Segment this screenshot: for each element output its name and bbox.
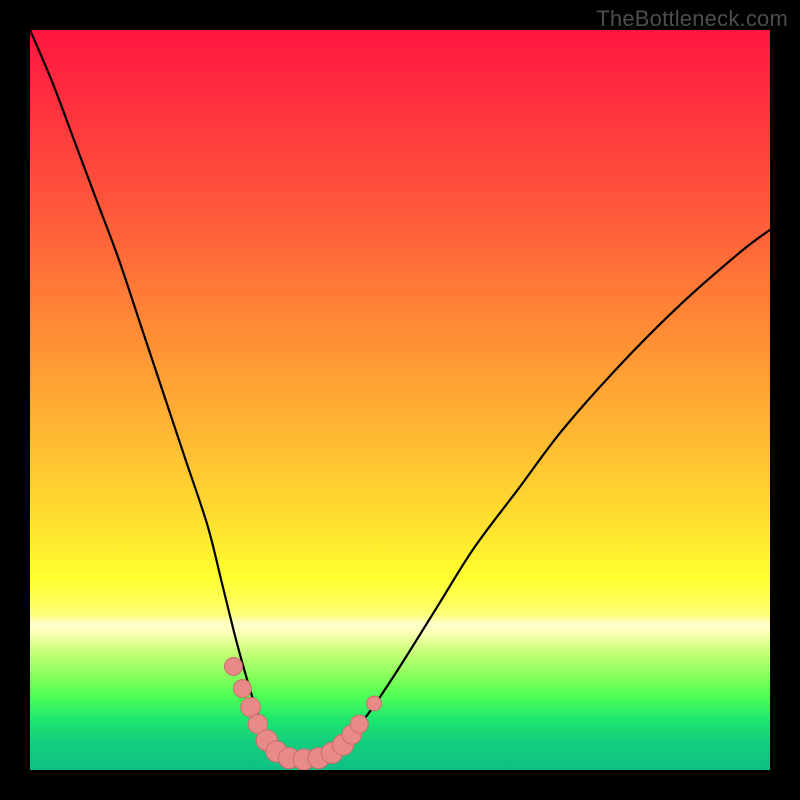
curve-marker (225, 657, 243, 675)
curve-marker (233, 680, 251, 698)
marker-group (225, 657, 382, 770)
curve-marker (367, 696, 382, 711)
chart-svg (30, 30, 770, 770)
curve-group (30, 30, 770, 759)
plot-area (30, 30, 770, 770)
chart-frame: TheBottleneck.com (0, 0, 800, 800)
watermark-text: TheBottleneck.com (596, 6, 788, 32)
bottleneck-curve (30, 30, 770, 759)
curve-marker (350, 715, 368, 733)
